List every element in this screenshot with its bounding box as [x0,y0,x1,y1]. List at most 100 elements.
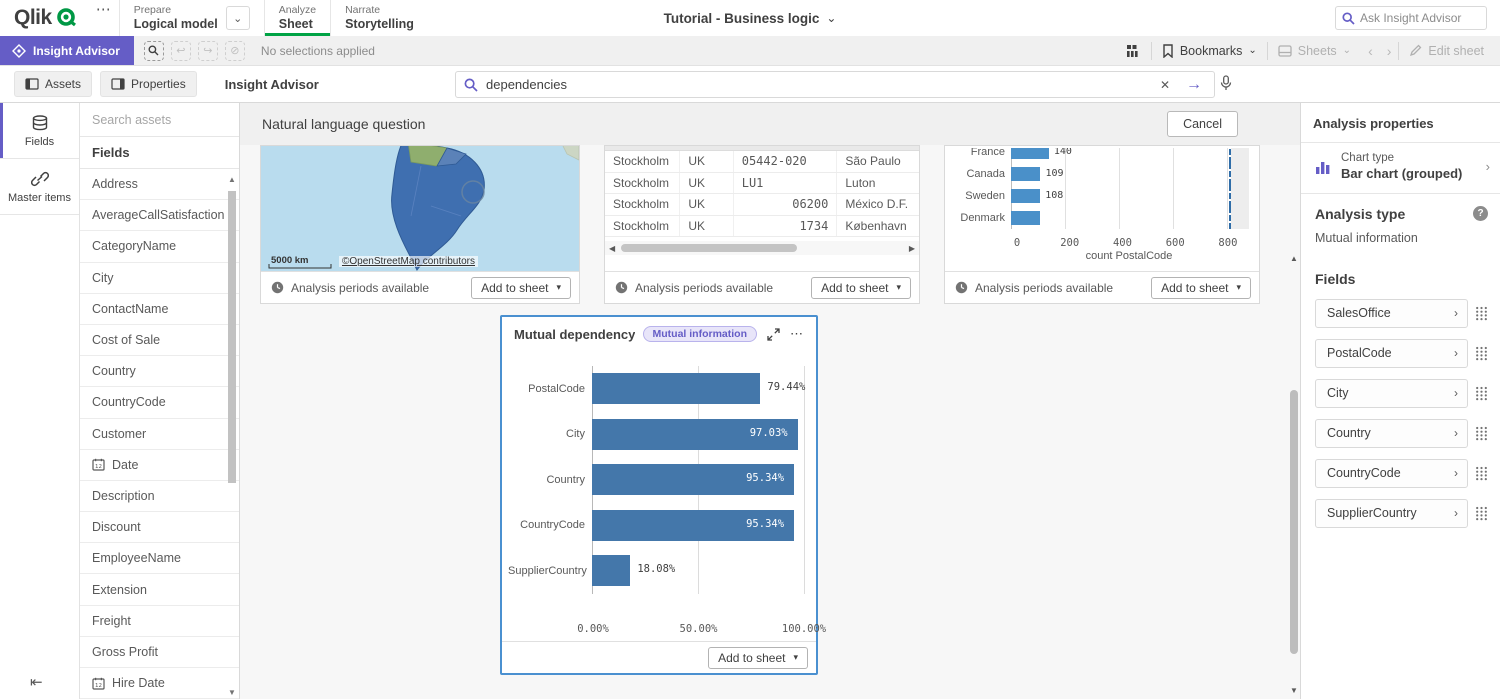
clear-search-icon[interactable]: ✕ [1156,78,1174,92]
field-list-item[interactable]: Cost of Sale [80,325,239,356]
nav-narrate[interactable]: Narrate Storytelling [330,0,428,36]
drag-handle-icon[interactable] [1475,466,1488,481]
bar[interactable] [1011,189,1040,203]
scrollbar-thumb[interactable] [1290,390,1298,654]
field-chip[interactable]: City› [1315,379,1468,408]
more-menu-icon[interactable]: ⋯ [88,0,119,36]
assets-scrollbar[interactable]: ▲ ▼ [227,175,237,697]
bar[interactable] [1011,211,1040,225]
scroll-left-icon[interactable]: ◀ [605,244,619,253]
properties-button-label: Properties [131,77,186,91]
assets-search[interactable] [80,103,239,137]
scroll-down-icon[interactable]: ▼ [227,688,237,697]
add-to-sheet-button[interactable]: Add to sheet ▾ [471,277,571,299]
field-list-item[interactable]: Country [80,356,239,387]
drag-handle-icon[interactable] [1475,346,1488,361]
field-list-item[interactable]: CountryCode [80,387,239,418]
field-list-item[interactable]: EmployeeName [80,543,239,574]
ask-insight-advisor-box[interactable] [1335,6,1487,30]
smart-search-icon[interactable] [144,41,164,61]
field-list-item[interactable]: Customer [80,419,239,450]
scroll-down-icon[interactable]: ▼ [1289,686,1299,695]
field-list-item[interactable]: Address [80,169,239,200]
rail-item-master-items[interactable]: Master items [0,159,79,215]
bar-chart-card[interactable]: France140Canada109Sweden108Denmark 02004… [944,145,1260,304]
drag-handle-icon[interactable] [1475,506,1488,521]
bar[interactable] [592,373,760,404]
field-list-item[interactable]: Freight [80,606,239,637]
properties-button[interactable]: Properties [100,71,197,97]
qlik-logo[interactable]: Qlik [0,0,88,36]
ask-insight-advisor-input[interactable] [1360,11,1480,25]
field-list-item[interactable]: CategoryName [80,231,239,262]
table-chart-card[interactable]: StockholmUK05442-020São PauloStockholmUK… [604,145,920,304]
nav-prepare[interactable]: Prepare Logical model ⌄ [119,0,264,36]
field-chip[interactable]: SupplierCountry› [1315,499,1468,528]
field-chip[interactable]: SalesOffice› [1315,299,1468,328]
field-list-item[interactable]: Description [80,481,239,512]
selected-chart-card[interactable]: Mutual dependency bet... Mutual informat… [500,315,818,675]
expand-icon[interactable] [767,328,780,341]
insight-search-bar[interactable]: ✕ → [455,71,1215,98]
submit-search-icon[interactable]: → [1182,76,1206,94]
add-to-sheet-button[interactable]: Add to sheet ▾ [708,647,808,669]
assets-button[interactable]: Assets [14,71,92,97]
field-chip[interactable]: CountryCode› [1315,459,1468,488]
field-list-item[interactable]: 12Hire Date [80,668,239,699]
rail-item-fields[interactable]: Fields [0,103,79,159]
out-of-range-zone [1231,148,1249,163]
nav-analyze[interactable]: Analyze Sheet [264,0,330,36]
chart-type-row[interactable]: Chart type Bar chart (grouped) › [1301,143,1500,194]
microphone-icon[interactable] [1220,75,1232,92]
field-list-item[interactable]: AverageCallSatisfaction [80,200,239,231]
app-title[interactable]: Tutorial - Business logic ⌄ [664,0,837,36]
field-list-item[interactable]: Discount [80,512,239,543]
field-list-item[interactable]: Gross Profit [80,637,239,668]
drag-handle-icon[interactable] [1475,306,1488,321]
redo-selection-icon[interactable]: ↪ [198,41,218,61]
field-list-item[interactable]: Extension [80,574,239,605]
field-chip[interactable]: PostalCode› [1315,339,1468,368]
next-sheet-icon[interactable]: › [1380,43,1399,59]
field-chip[interactable]: Country› [1315,419,1468,448]
more-options-icon[interactable]: ⋯ [788,326,806,342]
rail-master-items-label: Master items [8,192,71,204]
assets-search-input[interactable] [92,113,227,127]
clear-selections-icon[interactable]: ⊘ [225,41,245,61]
add-to-sheet-button[interactable]: Add to sheet ▾ [811,277,911,299]
table-horizontal-scrollbar[interactable]: ◀ ▶ [605,241,919,255]
undo-selection-icon[interactable]: ↩ [171,41,191,61]
add-to-sheet-button[interactable]: Add to sheet ▾ [1151,277,1251,299]
field-list-item[interactable]: 12Date [80,450,239,481]
table-cell: København [837,216,919,237]
map-chart-card[interactable]: 5000 km ©OpenStreetMap contributors Anal… [260,145,580,304]
edit-sheet-button[interactable]: Edit sheet [1399,36,1500,65]
sheets-button[interactable]: Sheets ⌄ [1268,36,1361,65]
prepare-dropdown-button[interactable]: ⌄ [226,6,250,30]
bar[interactable] [592,555,630,586]
map-attribution-link[interactable]: ©OpenStreetMap contributors [339,256,478,267]
insight-search-input[interactable] [486,77,1148,92]
main-scrollbar[interactable]: ▲ ▼ [1288,250,1300,699]
collapse-panel-icon[interactable]: ⇤ [30,673,43,691]
gridline [1119,163,1120,185]
scroll-up-icon[interactable]: ▲ [227,175,237,184]
field-label: Description [92,489,155,503]
app-overview-grid-button[interactable] [1116,36,1151,65]
scroll-right-icon[interactable]: ▶ [905,244,919,253]
help-icon[interactable]: ? [1473,206,1488,221]
scroll-up-icon[interactable]: ▲ [1289,254,1299,263]
field-list-item[interactable]: City [80,263,239,294]
previous-sheet-icon[interactable]: ‹ [1361,43,1380,59]
bookmarks-button[interactable]: Bookmarks ⌄ [1152,36,1267,65]
drag-handle-icon[interactable] [1475,426,1488,441]
bar[interactable] [1011,148,1049,159]
cancel-button[interactable]: Cancel [1167,111,1238,137]
bar[interactable] [1011,167,1040,181]
field-list-item[interactable]: ContactName [80,294,239,325]
insight-advisor-button[interactable]: Insight Advisor [0,36,134,65]
scrollbar-thumb[interactable] [621,244,797,252]
scrollbar-thumb[interactable] [228,191,236,483]
out-of-range-zone [1231,163,1249,185]
drag-handle-icon[interactable] [1475,386,1488,401]
